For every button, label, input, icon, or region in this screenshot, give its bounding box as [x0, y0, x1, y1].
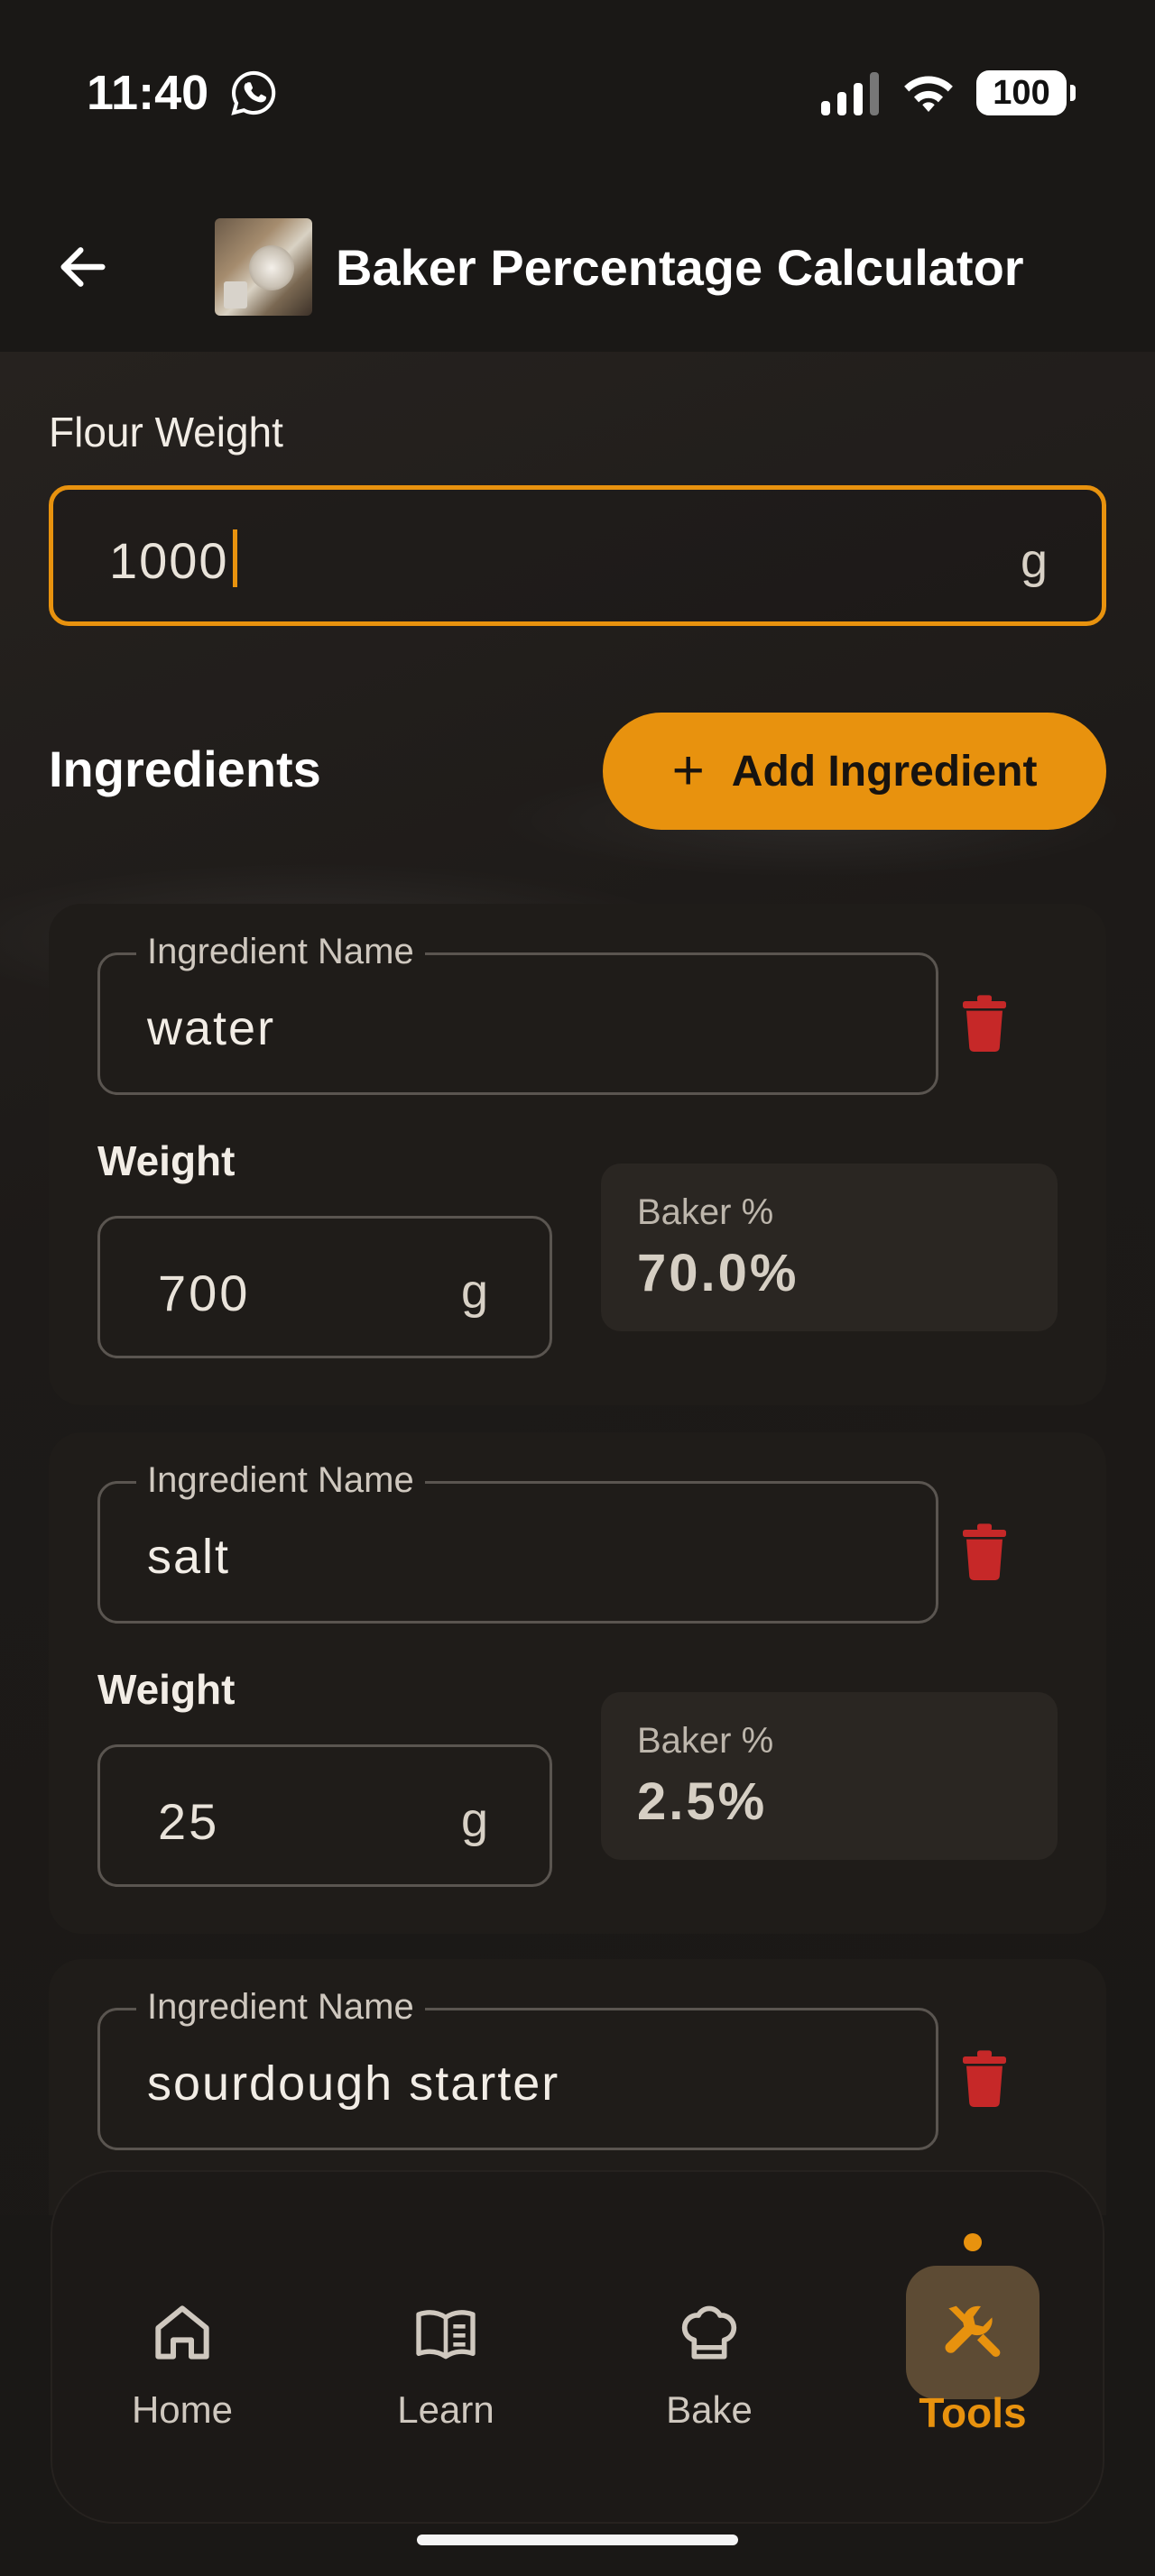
ingredients-heading: Ingredients: [49, 741, 321, 797]
thumbnail-calculator: [224, 281, 247, 308]
weight-unit: g: [461, 1793, 489, 1847]
ingredient-name-label: Ingredient Name: [136, 932, 425, 972]
ingredient-name-field[interactable]: Ingredient Name water: [97, 932, 938, 1095]
kitchen-scale-thumbnail: [215, 218, 312, 316]
weight-unit: g: [461, 1265, 489, 1319]
book-icon: [416, 2310, 476, 2360]
battery-icon: 100: [976, 70, 1076, 115]
ingredient-name-value: water: [147, 1001, 276, 1055]
tools-icon: [945, 2305, 1001, 2358]
weight-value: 700: [158, 1265, 251, 1321]
add-ingredient-button[interactable]: + Add Ingredient: [603, 713, 1106, 830]
wifi-icon: [904, 76, 953, 112]
baker-percent-value: 70.0%: [637, 1244, 799, 1302]
status-time: 11:40: [87, 66, 209, 120]
nav-label-learn: Learn: [397, 2388, 494, 2431]
home-icon: [155, 2305, 209, 2360]
signal-icon: [821, 72, 879, 115]
home-indicator[interactable]: [417, 2535, 738, 2545]
ingredient-name-label: Ingredient Name: [136, 1987, 425, 2028]
flour-weight-input[interactable]: 1000 g: [49, 485, 1106, 626]
status-bar: 11:40 100: [0, 0, 1155, 180]
thumbnail-bowl: [249, 245, 294, 290]
ingredient-name-field[interactable]: Ingredient Name salt: [97, 1460, 938, 1624]
nav-item-learn[interactable]: Learn: [346, 2296, 545, 2432]
weight-label: Weight: [97, 1137, 236, 1184]
nav-item-tools[interactable]: Tools: [873, 2296, 1072, 2437]
trash-icon[interactable]: [960, 1523, 1009, 1580]
weight-label: Weight: [97, 1666, 236, 1713]
app-bar: Baker Percentage Calculator: [0, 180, 1155, 352]
weight-value: 25: [158, 1793, 220, 1850]
trash-icon[interactable]: [960, 2049, 1009, 2107]
weight-input[interactable]: 25 g: [97, 1744, 552, 1887]
nav-label-home: Home: [131, 2388, 234, 2431]
trash-icon[interactable]: [960, 994, 1009, 1052]
ingredient-name-field[interactable]: Ingredient Name sourdough starter: [97, 1987, 938, 2150]
flour-weight-label: Flour Weight: [49, 409, 283, 455]
baker-percent-box: Baker % 70.0%: [601, 1164, 1058, 1331]
ingredient-card: Ingredient Name salt Weight 25 g Baker %…: [49, 1432, 1106, 1934]
ingredient-name-value: salt: [147, 1530, 231, 1584]
flour-unit: g: [1021, 534, 1049, 588]
arrow-left-icon[interactable]: [51, 238, 116, 296]
ingredient-name-label: Ingredient Name: [136, 1460, 425, 1501]
add-ingredient-label: Add Ingredient: [731, 747, 1038, 796]
baker-percent-label: Baker %: [637, 1192, 774, 1232]
nav-item-home[interactable]: Home: [83, 2296, 282, 2432]
page-title: Baker Percentage Calculator: [336, 239, 1024, 296]
whatsapp-icon: [231, 70, 276, 115]
baker-percent-label: Baker %: [637, 1721, 774, 1761]
baker-percent-value: 2.5%: [637, 1772, 768, 1831]
weight-input[interactable]: 700 g: [97, 1216, 552, 1358]
baker-percent-box: Baker % 2.5%: [601, 1692, 1058, 1860]
nav-item-bake[interactable]: Bake: [610, 2296, 808, 2432]
active-indicator-dot: [964, 2233, 982, 2251]
plus-icon: +: [671, 740, 705, 802]
ingredient-name-value: sourdough starter: [147, 2056, 560, 2111]
flour-weight-value: 1000: [109, 529, 237, 590]
nav-label-tools: Tools: [919, 2389, 1027, 2436]
nav-label-bake: Bake: [666, 2388, 753, 2431]
text-caret: [232, 529, 237, 587]
ingredient-card: Ingredient Name water Weight 700 g Baker…: [49, 904, 1106, 1405]
chef-hat-icon: [681, 2305, 737, 2360]
battery-level: 100: [993, 74, 1050, 112]
